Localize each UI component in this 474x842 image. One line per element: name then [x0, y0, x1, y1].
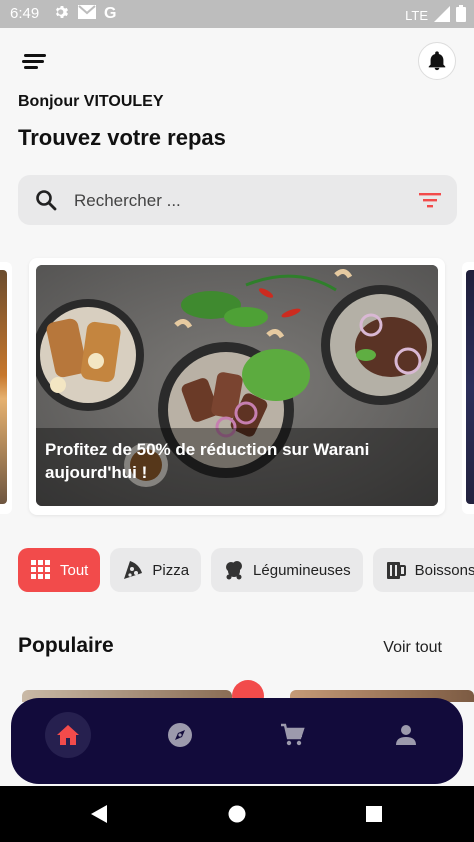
promo-overlay: Profitez de 50% de réduction sur Warani … — [36, 428, 438, 506]
notifications-button[interactable] — [418, 42, 456, 80]
grid-icon — [30, 559, 52, 581]
bottom-navbar — [11, 698, 463, 784]
network-type: LTE — [405, 8, 428, 23]
person-icon — [396, 725, 416, 745]
back-icon[interactable] — [90, 804, 108, 829]
drink-icon — [385, 559, 407, 581]
battery-icon — [456, 5, 466, 26]
see-all-link[interactable]: Voir tout — [383, 639, 442, 657]
status-time: 6:49 — [10, 5, 40, 22]
nav-cart[interactable] — [269, 712, 315, 758]
promo-card[interactable]: Profitez de 50% de réduction sur Warani … — [29, 258, 445, 515]
chip-label: Légumineuses — [253, 561, 351, 579]
chip-label: Boissons — [414, 561, 474, 579]
carousel-card-previous[interactable] — [0, 262, 12, 514]
category-chip-pizza[interactable]: Pizza — [110, 548, 202, 592]
chip-label: Pizza — [152, 561, 190, 579]
home-icon — [57, 725, 79, 745]
settings-icon — [54, 4, 70, 24]
nav-explore[interactable] — [157, 712, 203, 758]
menu-icon — [22, 54, 46, 69]
greeting: Bonjour VITOULEY — [18, 93, 164, 110]
pizza-icon — [122, 559, 144, 581]
category-chip-legumineuses[interactable]: Légumineuses — [211, 548, 363, 592]
chip-label: Tout — [60, 561, 89, 579]
home-system-icon[interactable] — [228, 804, 246, 829]
category-chip-tout[interactable]: Tout — [18, 548, 101, 592]
search-input[interactable]: Rechercher ... — [74, 191, 181, 211]
menu-button[interactable] — [18, 48, 52, 76]
category-chips: Tout Pizza Légumineuses Boissons — [18, 548, 474, 592]
home-page: Bonjour VITOULEY Trouvez votre repas Rec… — [0, 28, 474, 786]
page-title: Trouvez votre repas — [18, 125, 226, 150]
status-bar: 6:49 G LTE — [0, 0, 474, 28]
search-icon — [34, 188, 58, 217]
recents-icon[interactable] — [365, 804, 383, 829]
category-chip-boissons[interactable]: Boissons — [372, 548, 474, 592]
search-bar[interactable]: Rechercher ... — [18, 175, 457, 225]
carousel-card-next[interactable] — [462, 262, 474, 514]
promo-text: Profitez de 50% de réduction sur Warani … — [45, 440, 370, 482]
cart-icon — [281, 723, 305, 746]
promo-image: Profitez de 50% de réduction sur Warani … — [36, 265, 438, 506]
nav-home[interactable] — [45, 712, 91, 758]
legumes-icon — [223, 559, 245, 581]
filter-icon[interactable] — [419, 190, 441, 215]
promo-carousel[interactable]: Profitez de 50% de réduction sur Warani … — [0, 258, 474, 518]
popular-title: Populaire — [18, 634, 114, 657]
gmail-icon — [78, 5, 96, 23]
google-icon: G — [104, 5, 117, 22]
system-navigation-bar — [0, 786, 474, 842]
compass-icon — [168, 723, 192, 747]
bell-icon — [428, 51, 446, 71]
signal-icon — [434, 5, 450, 26]
nav-profile[interactable] — [383, 712, 429, 758]
